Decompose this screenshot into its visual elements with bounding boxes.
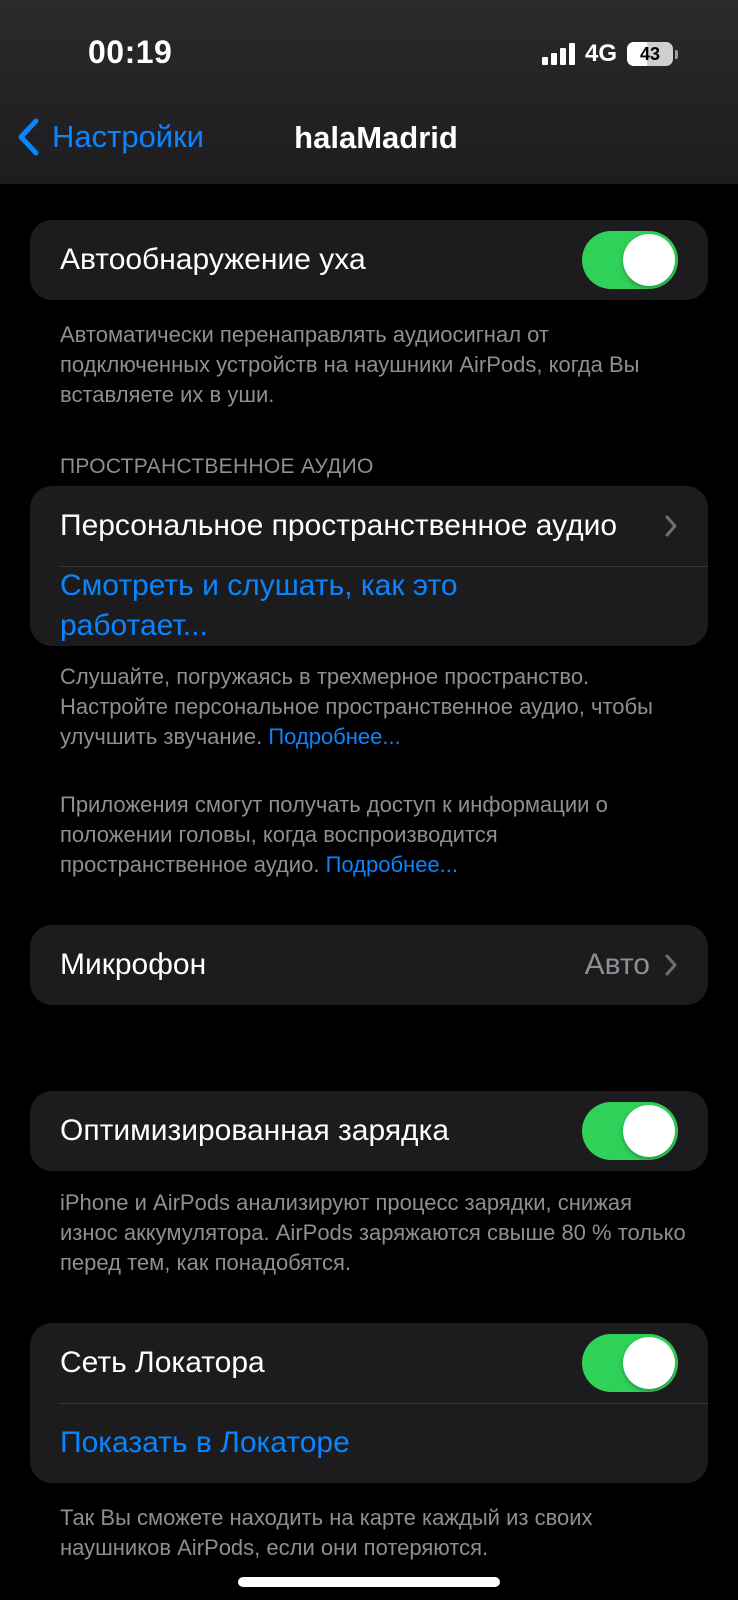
status-indicators: 4G 43 [541, 40, 678, 68]
network-type: 4G [584, 40, 617, 67]
ear-detection-label: Автообнаружение уха [60, 243, 366, 276]
optimized-charging-row: Оптимизированная зарядка [30, 1091, 708, 1171]
optimized-charging-label: Оптимизированная зарядка [60, 1114, 450, 1147]
page-title: halaMadrid [294, 120, 458, 155]
spatial-audio-footnote-1: Слушайте, погружаясь в трехмерное простр… [60, 662, 690, 752]
microphone-value: Авто [584, 948, 650, 981]
toggle-knob [623, 1105, 675, 1157]
battery-icon: 43 [627, 42, 673, 66]
chevron-right-icon [665, 954, 677, 976]
navigation-header: 00:19 4G 43 Настройки halaMadrid [0, 0, 738, 184]
spatial-audio-more-link-2[interactable]: Подробнее... [326, 852, 458, 877]
show-in-find-my-row[interactable]: Показать в Локаторе [30, 1403, 708, 1483]
ear-detection-row: Автообнаружение уха [30, 220, 708, 300]
home-indicator [238, 1577, 500, 1587]
toggle-knob [623, 1337, 675, 1389]
spatial-audio-group: Персональное пространственное аудио Смот… [30, 486, 708, 646]
spatial-audio-header: ПРОСТРАНСТВЕННОЕ АУДИО [60, 455, 374, 478]
spatial-audio-footnote-2: Приложения смогут получать доступ к инфо… [60, 790, 690, 880]
battery-percentage: 43 [639, 43, 661, 64]
ear-detection-toggle[interactable] [582, 231, 678, 289]
ear-detection-group: Автообнаружение уха [30, 220, 708, 300]
status-time: 00:19 [88, 34, 173, 70]
optimized-charging-footnote: iPhone и AirPods анализируют процесс зар… [60, 1190, 686, 1275]
personal-spatial-audio-label: Персональное пространственное аудио [60, 509, 618, 542]
cellular-signal-icon [541, 43, 575, 65]
find-my-network-row: Сеть Локатора [30, 1323, 708, 1403]
ear-detection-footnote: Автоматически перенаправлять аудиосигнал… [60, 322, 640, 407]
how-it-works-link[interactable]: Смотреть и слушать, как это работает... [60, 566, 678, 646]
show-in-find-my-link[interactable]: Показать в Локаторе [60, 1426, 350, 1460]
personal-spatial-audio-row[interactable]: Персональное пространственное аудио [30, 486, 708, 566]
microphone-label: Микрофон [60, 948, 207, 981]
find-my-footnote: Так Вы сможете находить на карте каждый … [60, 1505, 593, 1560]
optimized-charging-toggle[interactable] [582, 1102, 678, 1160]
find-my-network-toggle[interactable] [582, 1334, 678, 1392]
microphone-group: Микрофон Авто [30, 925, 708, 1005]
spatial-audio-more-link-1[interactable]: Подробнее... [268, 724, 400, 749]
find-my-group: Сеть Локатора Показать в Локаторе [30, 1323, 708, 1483]
how-it-works-row[interactable]: Смотреть и слушать, как это работает... [30, 566, 708, 646]
toggle-knob [623, 234, 675, 286]
battery-tip [675, 49, 678, 59]
optimized-charging-group: Оптимизированная зарядка [30, 1091, 708, 1171]
microphone-row[interactable]: Микрофон Авто [30, 925, 708, 1005]
chevron-right-icon [665, 515, 677, 537]
find-my-network-label: Сеть Локатора [60, 1346, 265, 1379]
